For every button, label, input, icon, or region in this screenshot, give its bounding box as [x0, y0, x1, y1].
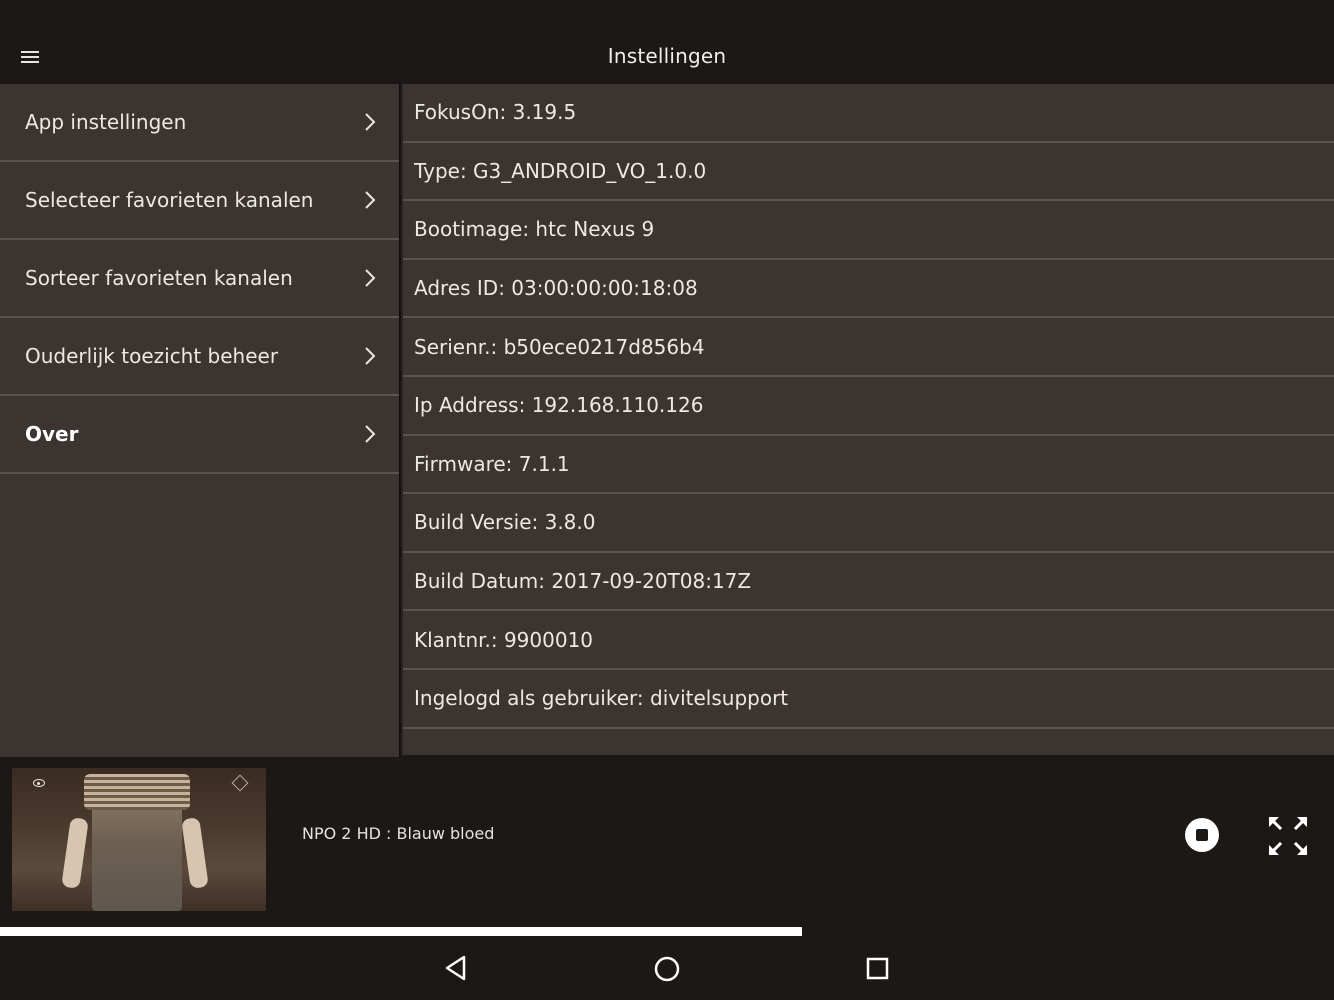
settings-sidebar: App instellingen Selecteer favorieten ka…: [0, 84, 399, 757]
sidebar-item-label: Sorteer favorieten kanalen: [25, 266, 293, 290]
home-circle-icon[interactable]: [652, 953, 682, 983]
sidebar-item-label: Selecteer favorieten kanalen: [25, 188, 314, 212]
chevron-right-icon: [365, 113, 376, 131]
playback-progress-fill: [0, 927, 802, 936]
system-navigation-bar: [0, 936, 1334, 1000]
about-info-panel: FokusOn: 3.19.5 Type: G3_ANDROID_VO_1.0.…: [401, 84, 1334, 755]
sidebar-item-sorteer-favorieten[interactable]: Sorteer favorieten kanalen: [0, 240, 399, 318]
channel-logo-icon: [231, 774, 249, 792]
back-triangle-icon[interactable]: [441, 953, 471, 983]
chevron-right-icon: [365, 269, 376, 287]
chevron-right-icon: [365, 425, 376, 443]
info-row-build-datum: Build Datum: 2017-09-20T08:17Z: [403, 553, 1334, 612]
mini-player: NPO 2 HD : Blauw bloed: [0, 757, 1334, 927]
eye-icon: [33, 779, 45, 787]
info-row-ingelogd-gebruiker: Ingelogd als gebruiker: divitelsupport: [403, 670, 1334, 729]
sidebar-item-app-instellingen[interactable]: App instellingen: [0, 84, 399, 162]
stop-button[interactable]: [1185, 818, 1219, 852]
app-root: Instellingen App instellingen Selecteer …: [0, 0, 1334, 1000]
sidebar-item-label: App instellingen: [25, 110, 187, 134]
info-row-bootimage: Bootimage: htc Nexus 9: [403, 201, 1334, 260]
page-title: Instellingen: [607, 44, 727, 68]
thumbnail-garment: [84, 774, 190, 810]
fullscreen-expand-icon[interactable]: [1266, 814, 1310, 858]
chevron-right-icon: [365, 191, 376, 209]
info-row-ip-address: Ip Address: 192.168.110.126: [403, 377, 1334, 436]
info-row-adres-id: Adres ID: 03:00:00:00:18:08: [403, 260, 1334, 319]
info-row-type: Type: G3_ANDROID_VO_1.0.0: [403, 143, 1334, 202]
sidebar-item-label: Ouderlijk toezicht beheer: [25, 344, 279, 368]
sidebar-item-over[interactable]: Over: [0, 396, 399, 474]
sidebar-item-selecteer-favorieten[interactable]: Selecteer favorieten kanalen: [0, 162, 399, 240]
sidebar-item-label: Over: [25, 422, 79, 446]
chevron-right-icon: [365, 347, 376, 365]
thumbnail-arm: [61, 817, 89, 889]
video-thumbnail[interactable]: [12, 768, 266, 911]
info-row-build-versie: Build Versie: 3.8.0: [403, 494, 1334, 553]
now-playing-title: NPO 2 HD : Blauw bloed: [302, 824, 495, 843]
recents-square-icon[interactable]: [863, 953, 893, 983]
info-row-klantnr: Klantnr.: 9900010: [403, 611, 1334, 670]
thumbnail-arm: [181, 817, 209, 889]
sidebar-item-ouderlijk-toezicht[interactable]: Ouderlijk toezicht beheer: [0, 318, 399, 396]
top-app-bar: Instellingen: [0, 0, 1334, 84]
info-row-serienr: Serienr.: b50ece0217d856b4: [403, 318, 1334, 377]
info-row-fokuson-version: FokusOn: 3.19.5: [403, 84, 1334, 143]
playback-progress-bar[interactable]: [0, 927, 1334, 936]
info-row-firmware: Firmware: 7.1.1: [403, 436, 1334, 495]
